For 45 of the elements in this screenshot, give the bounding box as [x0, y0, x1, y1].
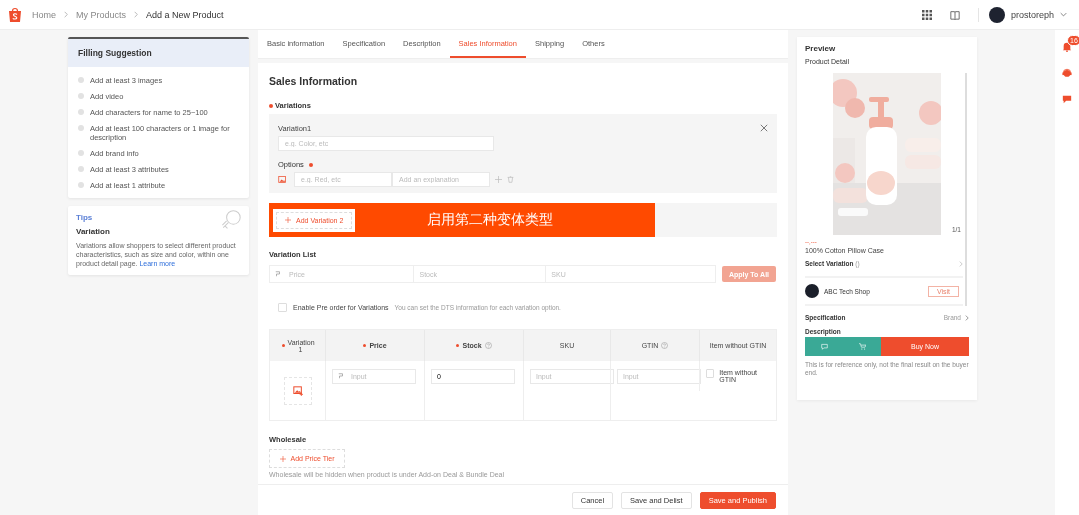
- drag-icon[interactable]: [495, 176, 502, 183]
- checkbox[interactable]: [706, 369, 715, 378]
- plus-icon: [279, 455, 286, 462]
- book-icon[interactable]: [949, 9, 960, 20]
- chat-icon: [820, 343, 828, 350]
- help-icon: [661, 342, 669, 349]
- trash-icon[interactable]: [507, 176, 514, 183]
- close-icon[interactable]: [760, 124, 768, 132]
- breadcrumb-current: Add a New Product: [146, 8, 224, 21]
- add-image-icon: [292, 385, 303, 396]
- breadcrumb-link[interactable]: Home: [32, 8, 56, 21]
- currency-icon: [338, 373, 344, 379]
- currency-icon: [275, 271, 281, 277]
- breadcrumb-link[interactable]: My Products: [76, 8, 127, 21]
- grid-icon[interactable]: [921, 9, 932, 20]
- tips-heading: Variation: [76, 227, 111, 236]
- tips-title: Tips: [76, 213, 94, 222]
- chevron-right-icon: [959, 260, 963, 267]
- shop-avatar: [805, 284, 819, 298]
- checkbox[interactable]: [278, 303, 287, 312]
- avatar[interactable]: [988, 6, 1005, 23]
- add-image-button[interactable]: [283, 376, 312, 405]
- required-dot: [456, 344, 460, 347]
- annotation-text: 启用第二种变体类型: [427, 211, 554, 229]
- chevron-right-icon: [134, 11, 139, 18]
- required-dot: [308, 162, 313, 167]
- bell-icon[interactable]: [1062, 42, 1072, 52]
- username[interactable]: prostoreph: [1010, 9, 1054, 20]
- chat-icon[interactable]: [1062, 94, 1072, 104]
- chat-action[interactable]: [805, 337, 843, 356]
- plus-icon: [285, 217, 291, 223]
- required-dot: [363, 344, 367, 347]
- card-title: Filling Suggestion: [78, 48, 152, 58]
- cart-icon: [858, 343, 866, 350]
- required-dot: [281, 344, 285, 347]
- help-icon: [484, 342, 492, 349]
- caret-icon[interactable]: [1060, 12, 1067, 17]
- shop-bag-logo-icon[interactable]: [8, 6, 22, 23]
- required-dot: [269, 103, 273, 108]
- add-to-cart-action[interactable]: [843, 337, 881, 356]
- chevron-right-icon: [965, 314, 969, 321]
- image-icon[interactable]: [278, 175, 287, 184]
- section-title: Sales Information: [269, 75, 359, 87]
- chevron-right-icon: [64, 11, 68, 18]
- preview-title: Preview: [805, 44, 837, 53]
